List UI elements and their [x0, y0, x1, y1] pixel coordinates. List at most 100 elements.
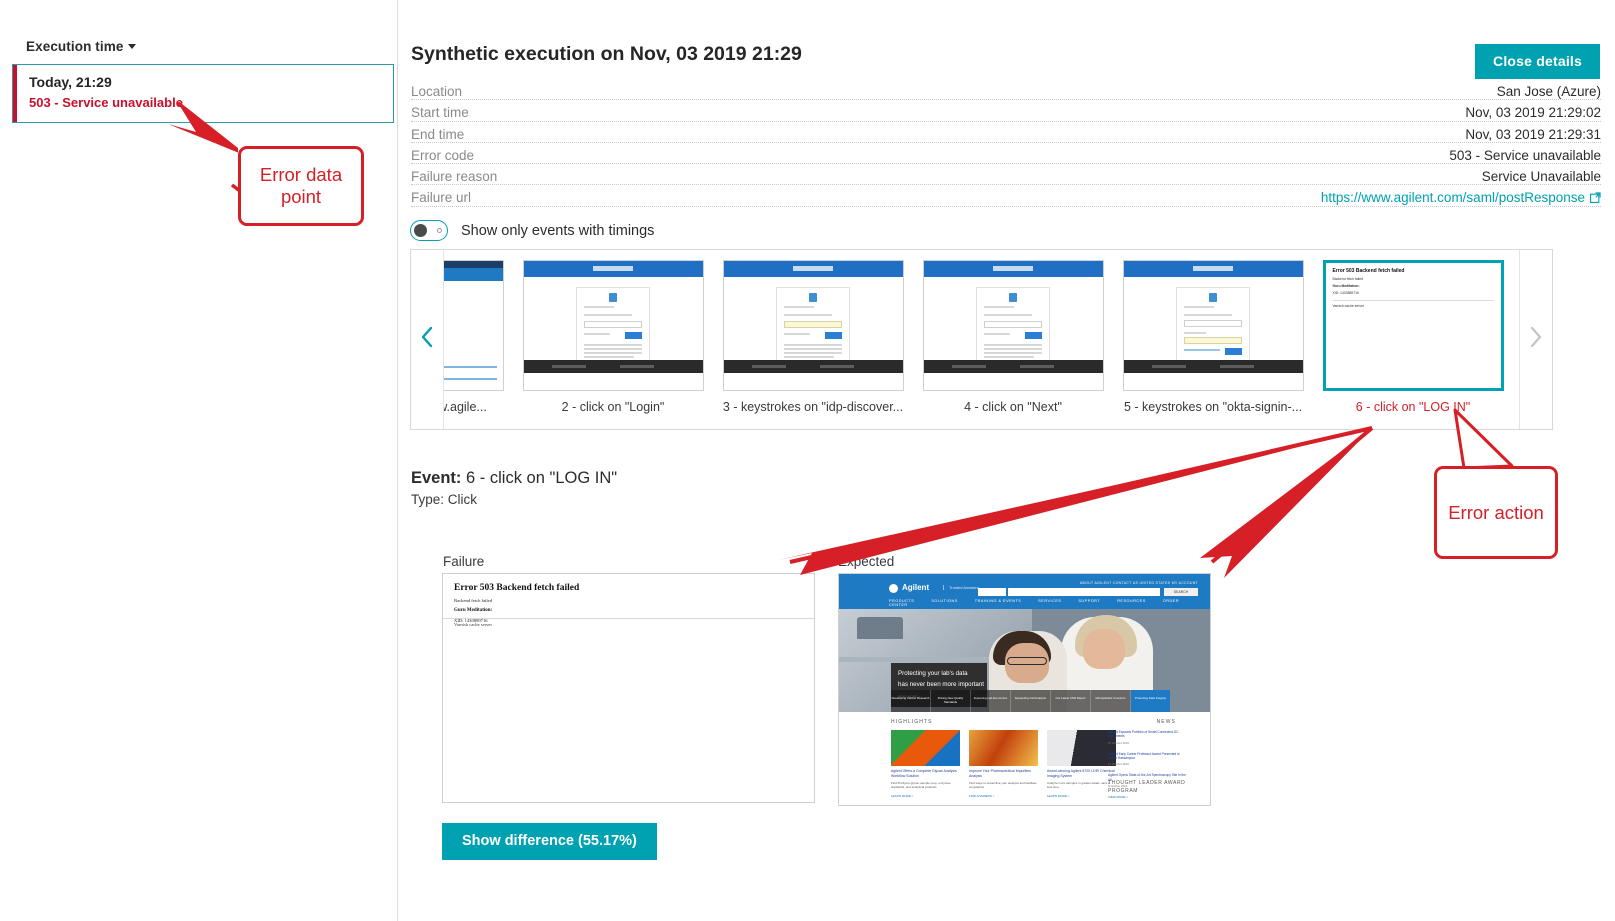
- hero-tile: Driving New Quality Standards: [931, 690, 971, 712]
- site-main-menu: PRODUCTS SOLUTIONS TRAINING & EVENTS SERVIC…: [889, 599, 1210, 607]
- thumbnail-image: [1122, 260, 1304, 391]
- failure-url-text: https://www.agilent.com/saml/postRespons…: [1320, 190, 1585, 206]
- card-image: [1047, 730, 1116, 766]
- filmstrip-item-5[interactable]: 5 - keystrokes on "okta-signin-...: [1113, 250, 1313, 429]
- thumb-error-line2: Guru Meditation:: [1332, 284, 1360, 288]
- table-row: Start time Nov, 03 2019 21:29:02: [411, 105, 1601, 126]
- execution-details-panel: Synthetic execution on Nov, 03 2019 21:2…: [399, 0, 1615, 921]
- filmstrip-caption: 3 - keystrokes on "idp-discover...: [722, 400, 904, 414]
- filmstrip-caption: www.agile...: [444, 400, 487, 414]
- failure-footer: Varnish cache server: [454, 622, 493, 627]
- filmstrip-caption: 5 - keystrokes on "okta-signin-...: [1123, 400, 1303, 414]
- thumb-error-footer: Varnish cache server: [1332, 300, 1494, 308]
- detail-label: Error code: [411, 147, 481, 163]
- table-row: End time Nov, 03 2019 21:29:31: [411, 126, 1601, 148]
- filmstrip-caption: 4 - click on "Next": [964, 400, 1062, 414]
- filmstrip-item-2[interactable]: 2 - click on "Login": [513, 250, 713, 429]
- annotation-error-data-point: Error data point: [238, 146, 364, 226]
- detail-label: Failure reason: [411, 169, 504, 185]
- thumb-error-line1: Backend fetch failed: [1332, 277, 1364, 281]
- card-text: Analyze more samples in greater detail—a…: [1047, 781, 1111, 790]
- leader-dots: [411, 163, 1601, 165]
- show-difference-button[interactable]: Show difference (55.17%): [442, 823, 657, 860]
- failure-screenshot: Error 503 Backend fetch failed Backend f…: [442, 573, 815, 803]
- card-link: LEARN MORE >: [891, 793, 914, 798]
- card-title: Improve Your Pharmaceutical Impurities A…: [969, 769, 1031, 778]
- detail-label: Start time: [411, 105, 475, 121]
- highlight-cards: Agilent Offers a Complete Glycan Analysi…: [891, 730, 1116, 798]
- event-title: Event: 6 - click on "LOG IN": [411, 469, 617, 488]
- leader-dots: [411, 120, 1601, 122]
- hero-tile: Improving Lab Economics: [971, 690, 1011, 712]
- hero-tile: Protecting Data Integrity: [1131, 690, 1170, 712]
- news-view-more: VIEW MORE >: [1108, 794, 1129, 799]
- hero-tile: Our Latest CSR Report: [1051, 690, 1091, 712]
- executions-sidebar: Execution time Today, 21:29 503 - Servic…: [0, 0, 398, 921]
- filmstrip-item-4[interactable]: 4 - click on "Next": [913, 250, 1113, 429]
- search-scope-select: [978, 588, 1006, 596]
- card-image: [969, 730, 1038, 766]
- filmstrip-next-button[interactable]: [1519, 250, 1552, 429]
- leader-dots: [411, 141, 1601, 143]
- detail-label: Failure url: [411, 190, 478, 206]
- hero-line-1: Protecting your lab's data: [898, 670, 968, 677]
- hero-tile: Expanding Cell Analysis: [1011, 690, 1051, 712]
- menu-item: TRAINING & EVENTS: [974, 599, 1022, 603]
- failure-line2: Guru Meditation:: [454, 608, 493, 613]
- chevron-left-icon: [419, 326, 435, 353]
- brand-tagline: Trusted Answers: [943, 585, 979, 590]
- detail-label: Location: [411, 84, 469, 99]
- expected-panel-label: Expected: [838, 554, 895, 569]
- site-top-links: ABOUT AGILENT CONTACT US UNITED STATES M…: [1079, 581, 1198, 585]
- thumbnail-image: Error 503 Backend fetch failed Backend f…: [1322, 260, 1504, 391]
- list-item: Improve Your Pharmaceutical Impurities A…: [969, 730, 1038, 798]
- menu-item: RESOURCES: [1117, 599, 1146, 603]
- expected-site-header: Agilent Trusted Answers ABOUT AGILENT CO…: [839, 574, 1210, 609]
- thumbnail-image: [922, 260, 1104, 391]
- menu-item: SOLUTIONS: [931, 599, 958, 603]
- brand-name: Agilent: [902, 583, 930, 592]
- menu-item: SERVICES: [1038, 599, 1062, 603]
- thumb-error-heading: Error 503 Backend fetch failed: [1332, 268, 1405, 274]
- chevron-down-icon: [128, 44, 137, 49]
- failure-url-link[interactable]: https://www.agilent.com/saml/postRespons…: [1314, 190, 1601, 207]
- toggle-label: Show only events with timings: [461, 222, 655, 239]
- card-text: Find ProZyme glycan sample prep, enzymes…: [891, 781, 952, 790]
- hero-line-2: has never been more important: [898, 681, 984, 688]
- page-title: Synthetic execution on Nov, 03 2019 21:2…: [411, 43, 802, 65]
- card-link: FIND ANSWERS >: [969, 793, 995, 798]
- event-type: Type: Click: [411, 492, 478, 507]
- table-row: Location San Jose (Azure): [411, 84, 1601, 105]
- event-name: 6 - click on "LOG IN": [466, 469, 618, 487]
- execution-error-status: 503 - Service unavailable: [29, 95, 183, 110]
- card-title: Agilent Offers a Complete Glycan Analysi…: [891, 769, 957, 778]
- details-table: Location San Jose (Azure) Start time Nov…: [411, 84, 1601, 212]
- annotation-error-action: Error action: [1434, 466, 1558, 559]
- close-details-button[interactable]: Close details: [1475, 44, 1600, 79]
- filmstrip-item-1[interactable]: www.agile...: [444, 250, 513, 429]
- execution-list-item[interactable]: Today, 21:29 503 - Service unavailable: [12, 64, 394, 123]
- thumbnail-image: [522, 260, 704, 391]
- list-item: Agilent Early Career Professor Award Pre…: [1108, 752, 1188, 767]
- hero-tile: Microplastics Concerns: [1091, 690, 1131, 712]
- thumb-error-line3: XID: 1430889716: [1332, 291, 1359, 295]
- news-date: 15 October 2019: [1108, 740, 1129, 745]
- execution-time-filter[interactable]: Execution time: [26, 39, 137, 54]
- news-heading: NEWS: [1156, 719, 1176, 725]
- table-row: Failure reason Service Unavailable: [411, 169, 1601, 190]
- card-image: [891, 730, 960, 766]
- expected-content-area: HIGHLIGHTS NEWS Agilent Offers a Complet…: [839, 712, 1210, 805]
- news-title: Agilent Expands Portfolio of Smart Conne…: [1108, 730, 1179, 739]
- highlights-heading: HIGHLIGHTS: [891, 719, 933, 725]
- toggle-knob: [413, 223, 427, 237]
- leader-dots: [411, 184, 1601, 186]
- card-text: Find ways to streamline your analysis an…: [969, 781, 1037, 790]
- hero-tile: Developing Cancer Research: [891, 690, 931, 712]
- show-only-events-with-timings-toggle[interactable]: [410, 220, 448, 241]
- filmstrip-item-6[interactable]: Error 503 Backend fetch failed Backend f…: [1313, 250, 1513, 429]
- event-label: Event:: [411, 469, 462, 487]
- site-search-input: [1008, 588, 1160, 596]
- filmstrip-item-3[interactable]: 3 - keystrokes on "idp-discover...: [713, 250, 913, 429]
- filmstrip-prev-button[interactable]: [411, 250, 444, 429]
- failure-line1: Backend fetch failed: [454, 598, 493, 603]
